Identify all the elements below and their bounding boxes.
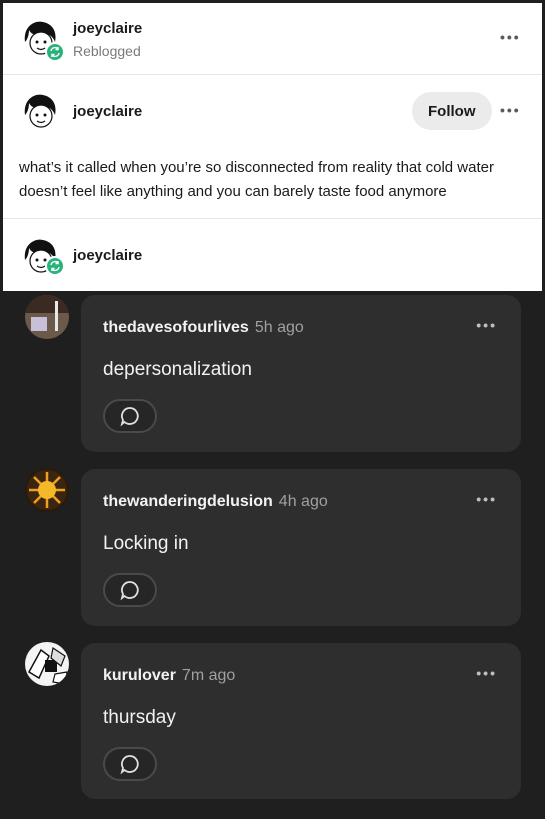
comment-text: Locking in — [103, 533, 189, 554]
divider — [3, 74, 542, 75]
more-options-button[interactable]: ••• — [476, 665, 497, 681]
commenter-avatar[interactable] — [25, 642, 69, 686]
comment-timestamp: 5h ago — [254, 319, 304, 336]
avatar-image — [25, 468, 69, 512]
avatar-image — [25, 642, 69, 686]
reply-button[interactable] — [103, 573, 157, 607]
follow-button[interactable]: Follow — [412, 92, 492, 130]
reply-button[interactable] — [103, 747, 157, 781]
comment-text: thursday — [103, 707, 176, 728]
more-options-button[interactable]: ••• — [476, 491, 497, 507]
comment-text: depersonalization — [103, 359, 252, 380]
divider — [3, 218, 542, 219]
speech-bubble-icon — [120, 407, 139, 427]
reply-button[interactable] — [103, 399, 157, 433]
comment-username[interactable]: thedavesofourlives — [103, 319, 249, 336]
post-body: what’s it called when you’re so disconne… — [19, 159, 494, 200]
comment-timestamp: 7m ago — [181, 667, 236, 684]
comment-timestamp: 4h ago — [278, 493, 328, 510]
reblog-icon — [45, 256, 65, 276]
more-options-button[interactable]: ••• — [500, 29, 521, 45]
avatar[interactable] — [17, 16, 65, 62]
post-username[interactable]: joeyclaire — [73, 103, 142, 120]
avatar[interactable] — [17, 234, 65, 278]
comment-header: thewanderingdelusion 4h ago — [103, 493, 328, 511]
avatar-image — [25, 295, 69, 339]
more-options-button[interactable]: ••• — [500, 102, 521, 118]
comments-section: thedavesofourlives 5h ago ••• depersonali… — [3, 291, 542, 819]
comment-username[interactable]: thewanderingdelusion — [103, 493, 273, 510]
comment-card: thedavesofourlives 5h ago ••• depersonali… — [81, 295, 521, 452]
reblogger-username[interactable]: joeyclaire — [73, 20, 142, 37]
comment-card: kurulover 7m ago ••• thursday — [81, 643, 521, 799]
comment-username[interactable]: kurulover — [103, 667, 176, 684]
reblogger-username[interactable]: joeyclaire — [73, 247, 142, 264]
commenter-avatar[interactable] — [25, 295, 69, 339]
avatar[interactable] — [17, 89, 61, 133]
post-card: joeyclaire Reblogged ••• joeyclaire Foll… — [3, 3, 542, 291]
avatar-image — [17, 89, 61, 133]
more-options-button[interactable]: ••• — [476, 317, 497, 333]
comment-header: thedavesofourlives 5h ago — [103, 319, 304, 337]
comment-header: kurulover 7m ago — [103, 667, 235, 685]
speech-bubble-icon — [120, 755, 139, 775]
reblogged-label: Reblogged — [73, 43, 141, 59]
commenter-avatar[interactable] — [25, 468, 69, 512]
comment-card: thewanderingdelusion 4h ago ••• Locking i… — [81, 469, 521, 626]
speech-bubble-icon — [120, 581, 139, 601]
reblog-icon — [45, 42, 65, 62]
